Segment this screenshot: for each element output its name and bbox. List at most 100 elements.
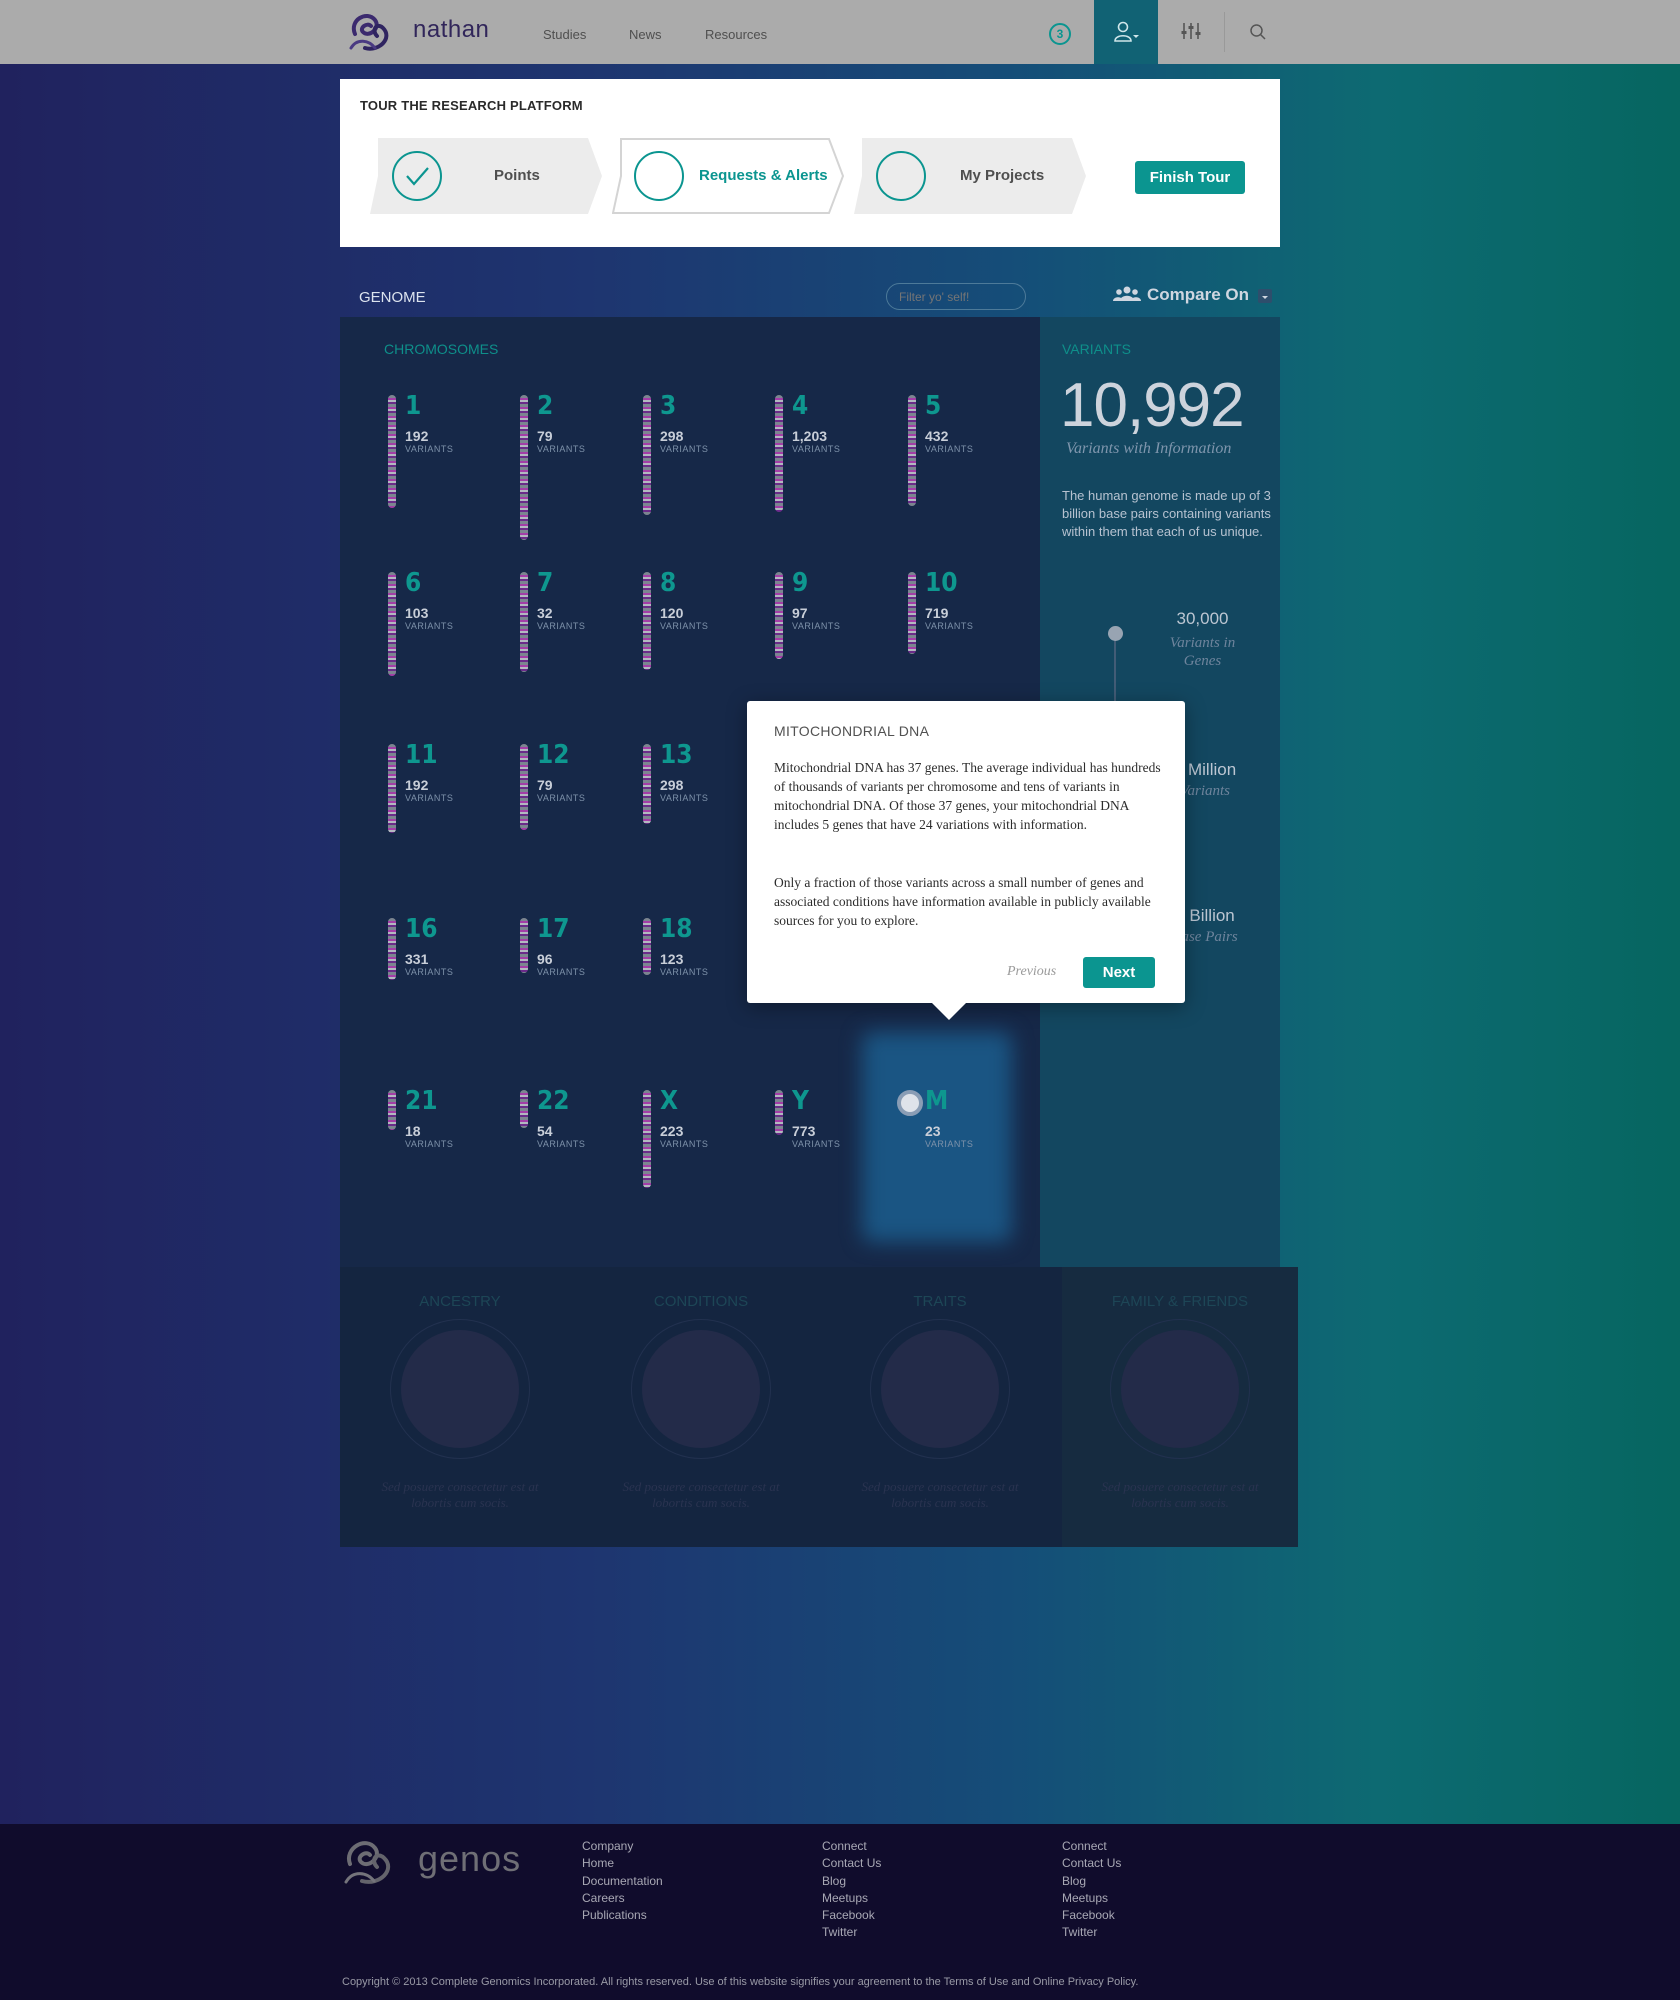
user-icon xyxy=(1114,21,1139,42)
logo-icon[interactable] xyxy=(345,8,397,56)
chromosome-bar-icon xyxy=(520,395,528,540)
variants-label: VARIANTS xyxy=(405,444,454,454)
chromosome-bar-icon xyxy=(520,744,528,830)
dropdown-toggle[interactable] xyxy=(1258,289,1272,303)
nav-news[interactable]: News xyxy=(629,27,662,42)
variant-count: 331 xyxy=(405,951,429,967)
variant-count: 54 xyxy=(537,1123,553,1139)
chromosome-18[interactable]: 18 123 VARIANTS xyxy=(643,914,753,1068)
chromosome-bar-icon xyxy=(775,395,783,512)
chromosome-7[interactable]: 7 32 VARIANTS xyxy=(520,568,630,722)
section-text: Sed posuere consectetur est at lobortis … xyxy=(622,1479,780,1510)
footer-link[interactable]: Company xyxy=(582,1838,663,1855)
chromosome-12[interactable]: 12 79 VARIANTS xyxy=(520,740,630,894)
nav-studies[interactable]: Studies xyxy=(543,27,586,42)
chromosome-13[interactable]: 13 298 VARIANTS xyxy=(643,740,753,894)
finish-tour-button[interactable]: Finish Tour xyxy=(1135,161,1245,194)
variants-label: VARIANTS xyxy=(792,621,841,631)
nav-resources[interactable]: Resources xyxy=(705,27,767,42)
chromosome-10[interactable]: 10 719 VARIANTS xyxy=(908,568,1018,722)
section-circle xyxy=(870,1319,1010,1459)
chromosome-number: 6 xyxy=(405,568,422,598)
tour-step-requests-alerts[interactable]: Requests & Alerts xyxy=(612,138,848,214)
chromosome-4[interactable]: 4 1,203 VARIANTS xyxy=(775,391,885,545)
footer-link[interactable]: Blog xyxy=(1062,1873,1121,1890)
check-circle-icon xyxy=(392,151,442,201)
variants-label: VARIANTS xyxy=(660,1139,709,1149)
section-text: Sed posuere consectetur est at lobortis … xyxy=(381,1479,539,1510)
variant-count: 23 xyxy=(925,1123,941,1139)
variants-total-label: Variants with Information xyxy=(1066,440,1232,457)
chromosome-2[interactable]: 2 79 VARIANTS xyxy=(520,391,630,545)
chromosome-number: Y xyxy=(792,1086,809,1116)
tour-step-label: Requests & Alerts xyxy=(699,167,828,184)
chromosome-16[interactable]: 16 331 VARIANTS xyxy=(388,914,498,1068)
group-icon xyxy=(1113,286,1141,301)
footer-link[interactable]: Twitter xyxy=(822,1924,881,1941)
footer-link[interactable]: Meetups xyxy=(822,1890,881,1907)
footer-link[interactable]: Documentation xyxy=(582,1873,663,1890)
chromosome-bar-icon xyxy=(908,395,916,506)
variants-label: VARIANTS xyxy=(537,621,586,631)
chromosome-22[interactable]: 22 54 VARIANTS xyxy=(520,1086,630,1240)
chromosome-3[interactable]: 3 298 VARIANTS xyxy=(643,391,753,545)
notification-badge[interactable]: 3 xyxy=(1049,23,1071,45)
brand-name[interactable]: nathan xyxy=(413,16,489,44)
tour-step-my-projects[interactable]: My Projects xyxy=(854,138,1090,214)
footer-link[interactable]: Home xyxy=(582,1855,663,1872)
genos-logo-icon[interactable] xyxy=(340,1834,400,1890)
chevron-down-icon xyxy=(1262,296,1268,299)
chromosome-number: 4 xyxy=(792,391,809,421)
chromosome-bar-icon xyxy=(643,572,651,670)
chromosome-21[interactable]: 21 18 VARIANTS xyxy=(388,1086,498,1240)
tour-tooltip: MITOCHONDRIAL DNA Mitochondrial DNA has … xyxy=(747,701,1185,1003)
variant-count: 298 xyxy=(660,428,684,444)
ancestry-section[interactable]: ANCESTRY Sed posuere consectetur est at … xyxy=(342,1267,578,1547)
footer-link[interactable]: Facebook xyxy=(1062,1907,1121,1924)
footer-link[interactable]: Contact Us xyxy=(1062,1855,1121,1872)
settings-button[interactable] xyxy=(1159,0,1223,64)
chromosome-bar-icon xyxy=(775,1090,783,1135)
chromosome-11[interactable]: 11 192 VARIANTS xyxy=(388,740,498,894)
footer-link[interactable]: Connect xyxy=(1062,1838,1121,1855)
filter-input[interactable] xyxy=(886,283,1026,310)
footer-link[interactable]: Facebook xyxy=(822,1907,881,1924)
chromosome-bar-icon xyxy=(388,744,396,833)
chromosomes-title: CHROMOSOMES xyxy=(384,341,499,357)
section-circle xyxy=(631,1319,771,1459)
chromosome-17[interactable]: 17 96 VARIANTS xyxy=(520,914,630,1068)
tour-title: TOUR THE RESEARCH PLATFORM xyxy=(360,98,583,113)
tour-step-points[interactable]: Points xyxy=(370,138,606,214)
footer-link[interactable]: Blog xyxy=(822,1873,881,1890)
search-button[interactable] xyxy=(1226,0,1290,64)
chromosome-m[interactable]: M 23 VARIANTS xyxy=(908,1086,1018,1240)
chromosome-9[interactable]: 9 97 VARIANTS xyxy=(775,568,885,722)
chromosome-y[interactable]: Y 773 VARIANTS xyxy=(775,1086,885,1240)
footer-link[interactable]: Careers xyxy=(582,1890,663,1907)
family-friends-section[interactable]: FAMILY & FRIENDS Sed posuere consectetur… xyxy=(1062,1267,1298,1547)
footer-link[interactable]: Twitter xyxy=(1062,1924,1121,1941)
previous-button[interactable]: Previous xyxy=(1007,964,1056,980)
scale-label: Variants in Genes xyxy=(1169,635,1236,669)
footer-link[interactable]: Publications xyxy=(582,1907,663,1924)
variants-label: VARIANTS xyxy=(537,444,586,454)
compare-toggle[interactable]: Compare On xyxy=(1113,283,1273,309)
conditions-section[interactable]: CONDITIONS Sed posuere consectetur est a… xyxy=(583,1267,819,1547)
footer-link[interactable]: Meetups xyxy=(1062,1890,1121,1907)
chromosome-6[interactable]: 6 103 VARIANTS xyxy=(388,568,498,722)
footer-link[interactable]: Connect xyxy=(822,1838,881,1855)
scale-marker[interactable] xyxy=(1108,626,1123,641)
insights-sections: ANCESTRY Sed posuere consectetur est at … xyxy=(340,1267,1298,1547)
next-button[interactable]: Next xyxy=(1083,957,1155,988)
footer-link[interactable]: Contact Us xyxy=(822,1855,881,1872)
variants-label: VARIANTS xyxy=(792,1139,841,1149)
tour-step-label: My Projects xyxy=(960,167,1045,184)
chromosome-8[interactable]: 8 120 VARIANTS xyxy=(643,568,753,722)
chromosome-x[interactable]: X 223 VARIANTS xyxy=(643,1086,753,1240)
traits-section[interactable]: TRAITS Sed posuere consectetur est at lo… xyxy=(822,1267,1058,1547)
chromosome-5[interactable]: 5 432 VARIANTS xyxy=(908,391,1018,545)
chromosome-number: 9 xyxy=(792,568,809,598)
chromosome-bar-icon xyxy=(775,572,783,659)
chromosome-1[interactable]: 1 192 VARIANTS xyxy=(388,391,498,545)
user-menu-button[interactable] xyxy=(1094,0,1158,64)
